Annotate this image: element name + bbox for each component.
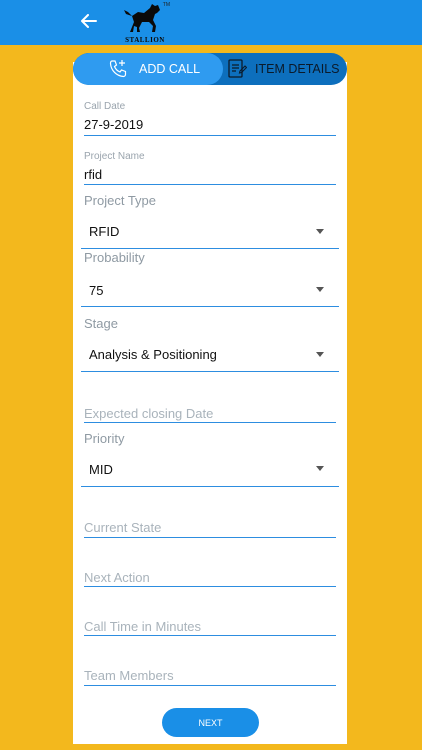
back-button[interactable] [78, 10, 100, 32]
project-name-underline [84, 184, 336, 185]
stallion-logo: TM STALLION [120, 2, 170, 44]
call-date-value: 27-9-2019 [84, 117, 144, 132]
current-state-input[interactable]: Current State [84, 520, 161, 535]
call-time-input[interactable]: Call Time in Minutes [84, 619, 201, 634]
expected-closing-date-input[interactable]: Expected closing Date [84, 406, 213, 421]
tab-bar: ADD CALL ITEM DETAILS [73, 53, 347, 85]
tab-item-details-label: ITEM DETAILS [255, 62, 340, 76]
stage-label: Stage [84, 316, 118, 331]
document-list-icon [227, 58, 247, 80]
project-type-underline [81, 248, 339, 249]
project-name-value: rfid [84, 167, 103, 182]
probability-label: Probability [84, 250, 145, 265]
next-action-underline [84, 586, 336, 587]
probability-select[interactable]: 75 [89, 283, 103, 298]
probability-underline [81, 306, 339, 307]
tab-item-details[interactable]: ITEM DETAILS [223, 53, 347, 85]
team-members-underline [84, 685, 336, 686]
call-time-underline [84, 635, 336, 636]
current-state-underline [84, 537, 336, 538]
next-button[interactable]: NEXT [162, 708, 259, 737]
logo-trademark: TM [162, 2, 170, 8]
call-date-underline [84, 135, 336, 136]
next-action-input[interactable]: Next Action [84, 570, 150, 585]
chevron-down-icon[interactable] [316, 352, 324, 357]
call-date-field[interactable]: Call Date 27-9-2019 [84, 101, 336, 132]
arrow-left-icon [81, 14, 97, 28]
chevron-down-icon[interactable] [316, 287, 324, 292]
priority-underline [81, 486, 339, 487]
logo-text: STALLION [125, 36, 165, 44]
tab-add-call-label: ADD CALL [139, 62, 201, 76]
priority-select[interactable]: MID [89, 462, 113, 477]
priority-label: Priority [84, 431, 125, 446]
project-type-select[interactable]: RFID [89, 224, 119, 239]
team-members-input[interactable]: Team Members [84, 668, 174, 683]
chevron-down-icon[interactable] [316, 466, 324, 471]
tab-add-call[interactable]: ADD CALL [73, 53, 223, 85]
expected-closing-date-underline [84, 422, 336, 423]
stage-select[interactable]: Analysis & Positioning [89, 347, 217, 362]
stage-underline [81, 371, 339, 372]
project-type-label: Project Type [84, 193, 157, 208]
phone-add-icon [107, 58, 129, 80]
call-date-label: Call Date [84, 101, 126, 112]
chevron-down-icon[interactable] [316, 229, 324, 234]
app-header: TM STALLION [0, 0, 422, 45]
project-name-field[interactable]: Project Name rfid [84, 151, 336, 182]
project-name-label: Project Name [84, 151, 145, 162]
